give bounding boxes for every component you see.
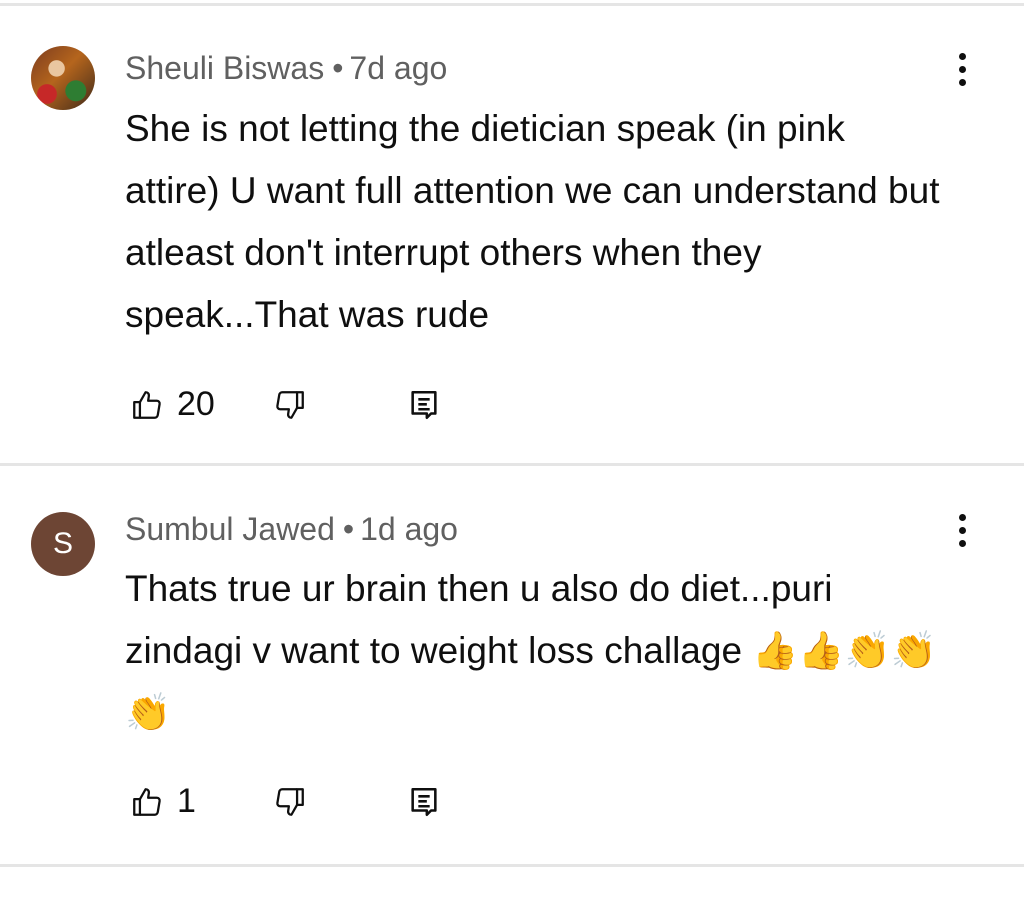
meta-separator: • xyxy=(342,511,355,547)
comment-age: 1d ago xyxy=(360,511,458,547)
reply-icon xyxy=(411,390,437,420)
reply-button[interactable] xyxy=(402,780,446,824)
thumbs-down-icon xyxy=(276,788,304,816)
dislike-button[interactable] xyxy=(268,780,312,824)
comment-actions: 1 xyxy=(125,780,465,830)
comment-meta: Sumbul Jawed • 1d ago xyxy=(125,511,458,548)
bottom-divider xyxy=(0,864,1024,867)
comment-text: She is not letting the dietician speak (… xyxy=(125,108,940,335)
comment-age: 7d ago xyxy=(349,50,448,86)
avatar-letter: S xyxy=(52,527,73,560)
meta-separator: • xyxy=(332,50,344,86)
like-count: 20 xyxy=(177,385,215,423)
thumbs-up-icon xyxy=(133,391,161,419)
more-vertical-icon[interactable] xyxy=(940,44,984,94)
author-name[interactable]: Sheuli Biswas xyxy=(125,50,324,86)
like-button[interactable] xyxy=(125,780,169,824)
thumbs-down-icon xyxy=(276,391,304,419)
avatar[interactable]: S xyxy=(31,512,95,576)
comment-meta: Sheuli Biswas • 7d ago xyxy=(125,50,447,87)
comment-text: Thats true ur brain then u also do diet.… xyxy=(125,568,937,733)
reply-icon xyxy=(411,787,437,817)
comment-divider xyxy=(0,463,1024,466)
thumbs-up-icon xyxy=(133,788,161,816)
more-vertical-icon[interactable] xyxy=(940,505,984,555)
like-button[interactable] xyxy=(125,383,169,427)
top-divider xyxy=(0,3,1024,6)
avatar[interactable] xyxy=(31,46,95,110)
like-count: 1 xyxy=(177,782,196,820)
author-name[interactable]: Sumbul Jawed xyxy=(125,511,335,547)
dislike-button[interactable] xyxy=(268,383,312,427)
comment-actions: 20 xyxy=(125,383,465,433)
reply-button[interactable] xyxy=(402,383,446,427)
